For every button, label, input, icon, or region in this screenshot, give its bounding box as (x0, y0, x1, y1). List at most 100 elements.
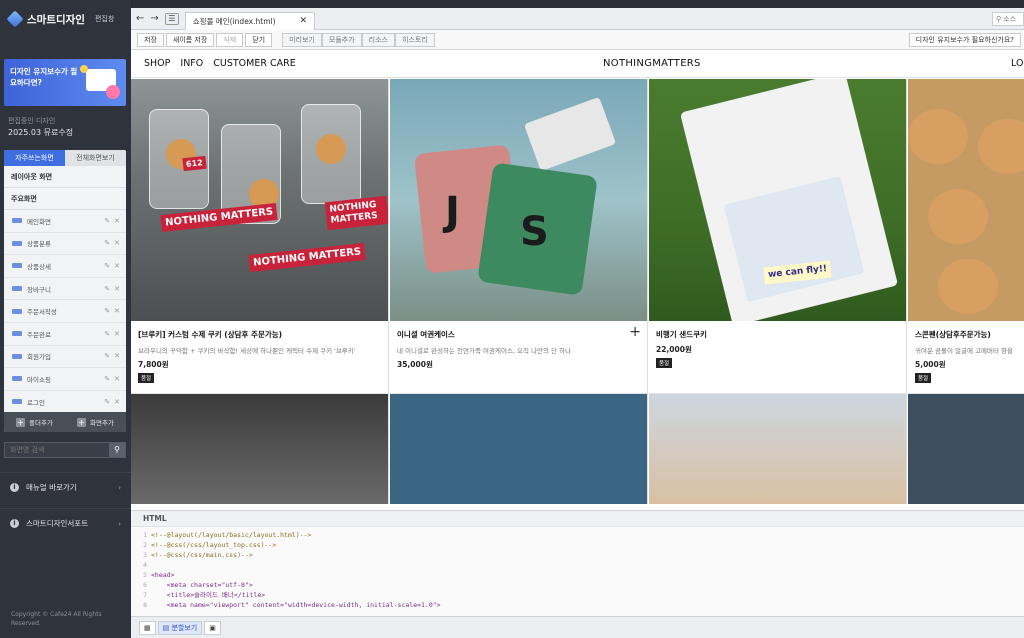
search-icon[interactable]: ⚲ (109, 443, 125, 457)
menu-customer-care[interactable]: CUSTOMER CARE (213, 58, 295, 69)
nothing-matters-sign: NOTHING MATTERS (248, 242, 366, 273)
edit-pencil-icon[interactable]: ✎ (104, 375, 110, 383)
product-image[interactable] (649, 394, 907, 504)
forward-arrow-icon[interactable]: → (150, 13, 158, 24)
delete-x-icon[interactable]: ✕ (114, 285, 120, 293)
code-editor[interactable]: 1 <!--@layout(/layout/basic/layout.html)-… (131, 527, 1024, 610)
editor-toolbar: 저장 새이름 저장 삭제 닫기 미리보기 모듈추가 리소스 히스토리 디자인 유… (131, 30, 1024, 50)
edit-pencil-icon[interactable]: ✎ (104, 330, 110, 338)
add-folder-button[interactable]: + 폴더추가 (16, 417, 53, 427)
module-add-button[interactable]: 모듈추가 (321, 32, 362, 47)
product-image[interactable]: J S (390, 79, 647, 321)
delete-x-icon[interactable]: ✕ (114, 217, 120, 225)
nothing-matters-sign: NOTHING MATTERS (324, 195, 388, 231)
product-name[interactable]: 스콘펜(상담후주문가능) (915, 329, 1024, 340)
add-screen-button[interactable]: + 화면추가 (77, 417, 114, 427)
screen-item-label: 장바구니 (27, 285, 51, 294)
product-name[interactable]: 이니셜 여권케이스 (397, 329, 640, 340)
preview-button[interactable]: 미리보기 (282, 32, 322, 47)
product-card[interactable]: NOTHING MATTERS NOTHING MATTERS NOTHING … (131, 79, 389, 394)
product-name[interactable]: [브루키] 커스텀 수제 쿠키 (상담후 주문가능) (138, 329, 381, 340)
tab-frequent-screens[interactable]: 자주쓰는화면 (4, 150, 65, 166)
grid-view-icon[interactable]: ▦ (139, 620, 156, 635)
heart-number-sign: 612 (182, 155, 207, 172)
product-image[interactable] (390, 394, 648, 504)
list-icon[interactable]: ☰ (164, 12, 179, 25)
add-plus-icon[interactable]: + (629, 324, 641, 340)
code-line: 7 <title>슬라이드 배너</title> (143, 591, 266, 599)
edit-pencil-icon[interactable]: ✎ (104, 398, 110, 406)
screen-item-detail[interactable]: 상품상세 ✎ ✕ (4, 255, 126, 278)
screen-item-login[interactable]: 로그인 ✎ ✕ (4, 391, 126, 414)
edit-pencil-icon[interactable]: ✎ (104, 285, 110, 293)
save-button[interactable]: 저장 (137, 32, 164, 47)
screen-search-input[interactable] (5, 443, 109, 457)
edit-pencil-icon[interactable]: ✎ (104, 217, 110, 225)
html-file-icon (12, 376, 22, 382)
split-view-tab[interactable]: ▤ 분할보기 (157, 620, 203, 635)
product-image[interactable] (908, 79, 1024, 321)
product-image[interactable] (131, 394, 389, 504)
menu-info[interactable]: INFO (180, 58, 203, 69)
product-card[interactable]: we can fly!! 비행기 샌드쿠키 22,000원 품절 (649, 79, 907, 394)
save-as-button[interactable]: 새이름 저장 (165, 32, 215, 47)
screen-item-label: 상품상세 (27, 262, 51, 271)
screen-item-category[interactable]: 상품분류 ✎ ✕ (4, 233, 126, 256)
edit-pencil-icon[interactable]: ✎ (104, 239, 110, 247)
product-image[interactable]: we can fly!! (649, 79, 906, 321)
support-link-label: 스마트디자인서포트 (26, 519, 89, 528)
product-card[interactable]: 스콘펜(상담후주문가능) 귀여운 곰돌이 얼굴에 고메버터 향을 5,000원 … (908, 79, 1024, 394)
product-name[interactable]: 비행기 샌드쿠키 (656, 329, 899, 340)
delete-x-icon[interactable]: ✕ (114, 262, 120, 270)
manual-link[interactable]: i 매뉴얼 바로가기 › (0, 472, 131, 502)
site-logo[interactable]: NOTHINGMATTERS (603, 58, 701, 69)
promo-banner[interactable]: 디자인 유지보수가 필요하다면? (4, 59, 126, 106)
edit-pencil-icon[interactable]: ✎ (104, 352, 110, 360)
delete-x-icon[interactable]: ✕ (114, 307, 120, 315)
edit-pencil-icon[interactable]: ✎ (104, 262, 110, 270)
screen-search: ⚲ (4, 442, 126, 458)
code-line: 2 <!--@css(/css/layout_top.css)--> (143, 541, 277, 549)
main-screens-header: 주요화면 (4, 188, 126, 210)
product-image[interactable] (908, 394, 1024, 504)
edit-pencil-icon[interactable]: ✎ (104, 307, 110, 315)
screen-item-main[interactable]: 메인화면 ✎ ✕ (4, 210, 126, 233)
history-button[interactable]: 히스토리 (394, 32, 435, 47)
add-screen-label: 화면추가 (90, 419, 114, 427)
close-tab-icon[interactable]: ✕ (300, 16, 308, 26)
tab-all-screens[interactable]: 전체화면보기 (65, 150, 126, 166)
back-arrow-icon[interactable]: ← (136, 13, 144, 24)
current-design-info: 편집중인 디자인 2025.03 뮤료수정 (8, 115, 73, 139)
screen-item-order-form[interactable]: 주문서작성 ✎ ✕ (4, 300, 126, 323)
close-button[interactable]: 닫기 (245, 32, 273, 47)
support-link[interactable]: i 스마트디자인서포트 › (0, 508, 131, 538)
delete-x-icon[interactable]: ✕ (114, 330, 120, 338)
bear-scone (908, 109, 968, 164)
resource-button[interactable]: 리소스 (361, 32, 395, 47)
screen-item-cart[interactable]: 장바구니 ✎ ✕ (4, 278, 126, 301)
code-view-icon[interactable]: ▣ (204, 620, 221, 635)
brand-title: 스마트디자인 (27, 13, 85, 26)
maintenance-button[interactable]: 디자인 유지보수가 필요하신가요? (908, 32, 1021, 47)
delete-x-icon[interactable]: ✕ (114, 375, 120, 383)
product-card[interactable]: J S 이니셜 여권케이스 내 이니셜로 완성하는 천연가죽 여권케이스, 오직… (390, 79, 648, 394)
screen-item-label: 상품분류 (27, 240, 51, 249)
source-search[interactable]: ⚲ 소스 (992, 11, 1024, 26)
menu-login[interactable]: LO (1011, 58, 1023, 69)
html-file-icon (12, 286, 22, 292)
delete-x-icon[interactable]: ✕ (114, 352, 120, 360)
screen-item-order-complete[interactable]: 주문완료 ✎ ✕ (4, 323, 126, 346)
screen-item-myshop[interactable]: 마이쇼핑 ✎ ✕ (4, 368, 126, 391)
code-panel-title: HTML (131, 511, 1024, 527)
delete-button[interactable]: 삭제 (216, 32, 244, 47)
product-description: 귀여운 곰돌이 얼굴에 고메버터 향을 (915, 347, 1013, 355)
delete-x-icon[interactable]: ✕ (114, 239, 120, 247)
menu-shop[interactable]: SHOP (144, 58, 170, 69)
screen-item-join[interactable]: 회원가입 ✎ ✕ (4, 346, 126, 369)
info-icon: i (10, 483, 19, 492)
layout-screen-item[interactable]: 레이아웃 화면 (4, 166, 126, 188)
delete-x-icon[interactable]: ✕ (114, 398, 120, 406)
product-image[interactable]: NOTHING MATTERS NOTHING MATTERS NOTHING … (131, 79, 388, 321)
chevron-right-icon: › (118, 519, 121, 528)
file-tab[interactable]: 쇼핑몰 메인(index.html) ✕ (184, 11, 316, 30)
